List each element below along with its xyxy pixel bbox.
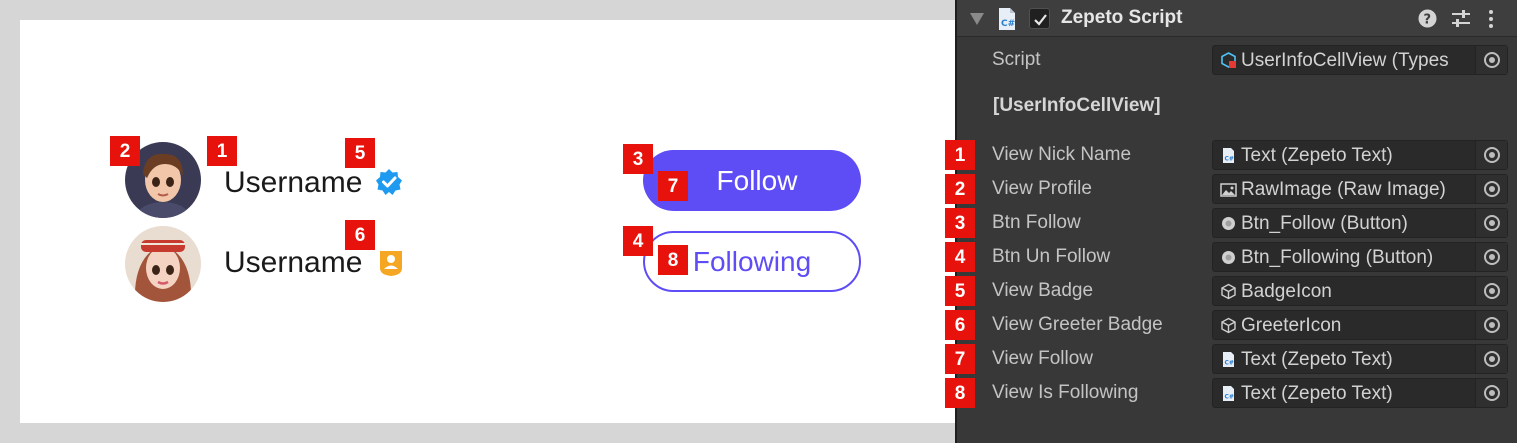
object-picker-icon[interactable]	[1475, 345, 1507, 373]
marker-3: 3	[623, 144, 653, 174]
marker-7: 7	[658, 171, 688, 201]
follow-button-label: Follow	[716, 164, 798, 196]
following-button-label: Following	[692, 245, 812, 277]
typescript-asset-icon	[1221, 52, 1236, 68]
inspector-marker-6: 6	[945, 310, 975, 340]
property-field[interactable]: BadgeIcon	[1212, 276, 1508, 306]
property-label: View Nick Name	[992, 144, 1132, 165]
presets-sliders-icon[interactable]	[1451, 9, 1471, 28]
button-icon	[1222, 217, 1235, 230]
property-value: Text (Zepeto Text)	[1241, 349, 1393, 370]
property-value: RawImage (Raw Image)	[1241, 179, 1446, 200]
object-picker-icon[interactable]	[1475, 379, 1507, 407]
component-header: C# Zepeto Script ?	[957, 0, 1517, 37]
gameobject-cube-icon	[1221, 283, 1236, 300]
marker-6: 6	[345, 220, 375, 250]
svg-text:C#: C#	[1225, 394, 1234, 401]
inspector-marker-4: 4	[945, 242, 975, 272]
property-value: Text (Zepeto Text)	[1241, 145, 1393, 166]
ui-preview: 2 1 Username 5 Username 6 Follow 3 7 Fol…	[20, 20, 955, 423]
script-field[interactable]: UserInfoCellView (Types	[1212, 45, 1508, 75]
help-icon[interactable]: ?	[1418, 9, 1437, 28]
svg-text:C#: C#	[1225, 360, 1234, 367]
svg-text:C#: C#	[1001, 19, 1015, 29]
script-file-icon: C#	[1223, 386, 1234, 401]
property-label: View Follow	[992, 348, 1094, 369]
button-icon	[1222, 251, 1235, 264]
marker-5: 5	[345, 138, 375, 168]
inspector-marker-8: 8	[945, 378, 975, 408]
inspector-panel: C# Zepeto Script ? Script UserInfoCellVi…	[945, 0, 1517, 443]
gameobject-cube-icon	[1221, 317, 1236, 334]
property-field[interactable]: Btn_Follow (Button)	[1212, 208, 1508, 238]
property-label: View Profile	[992, 178, 1092, 199]
marker-2: 2	[110, 136, 140, 166]
object-picker-icon[interactable]	[1475, 209, 1507, 237]
verified-badge-icon	[375, 168, 403, 196]
svg-text:C#: C#	[1225, 156, 1234, 163]
object-picker-icon[interactable]	[1475, 277, 1507, 305]
object-picker-icon[interactable]	[1475, 141, 1507, 169]
object-picker-icon[interactable]	[1475, 243, 1507, 271]
property-value: Btn_Follow (Button)	[1241, 213, 1408, 234]
property-field[interactable]: C# Text (Zepeto Text)	[1212, 378, 1508, 408]
script-file-icon: C#	[1223, 148, 1234, 163]
collapse-triangle-icon[interactable]	[969, 12, 985, 26]
property-label: View Is Following	[992, 382, 1139, 403]
script-value: UserInfoCellView (Types	[1241, 50, 1449, 71]
username-1: Username	[224, 166, 363, 199]
object-picker-icon[interactable]	[1475, 311, 1507, 339]
inspector-marker-2: 2	[945, 174, 975, 204]
script-file-icon: C#	[1223, 352, 1234, 367]
property-label: Btn Follow	[992, 212, 1081, 233]
property-label: View Greeter Badge	[992, 314, 1163, 335]
property-field[interactable]: Btn_Following (Button)	[1212, 242, 1508, 272]
marker-8: 8	[658, 245, 688, 275]
property-label: View Badge	[992, 280, 1094, 301]
marker-1: 1	[207, 136, 237, 166]
property-field[interactable]: C# Text (Zepeto Text)	[1212, 140, 1508, 170]
inspector-marker-7: 7	[945, 344, 975, 374]
property-label: Btn Un Follow	[992, 246, 1111, 267]
inspector-marker-3: 3	[945, 208, 975, 238]
script-file-icon: C#	[999, 8, 1015, 30]
property-value: GreeterIcon	[1241, 315, 1342, 336]
property-value: BadgeIcon	[1241, 281, 1332, 302]
object-picker-icon[interactable]	[1475, 175, 1507, 203]
property-value: Text (Zepeto Text)	[1241, 383, 1393, 404]
property-field[interactable]: GreeterIcon	[1212, 310, 1508, 340]
enabled-checkbox[interactable]	[1029, 8, 1050, 29]
property-field[interactable]: C# Text (Zepeto Text)	[1212, 344, 1508, 374]
component-title: Zepeto Script	[1061, 7, 1183, 28]
section-title: [UserInfoCellView]	[993, 95, 1161, 116]
property-field[interactable]: RawImage (Raw Image)	[1212, 174, 1508, 204]
marker-4: 4	[623, 226, 653, 256]
more-options-icon[interactable]	[1487, 9, 1495, 29]
svg-text:?: ?	[1424, 13, 1432, 28]
property-value: Btn_Following (Button)	[1241, 247, 1434, 268]
object-picker-icon[interactable]	[1475, 46, 1507, 74]
username-2: Username	[224, 246, 363, 279]
avatar-user-2[interactable]	[125, 226, 201, 302]
greeter-badge-icon	[377, 249, 405, 277]
inspector-marker-5: 5	[945, 276, 975, 306]
inspector-marker-1: 1	[945, 140, 975, 170]
image-icon	[1220, 183, 1237, 197]
script-label: Script	[992, 49, 1041, 70]
